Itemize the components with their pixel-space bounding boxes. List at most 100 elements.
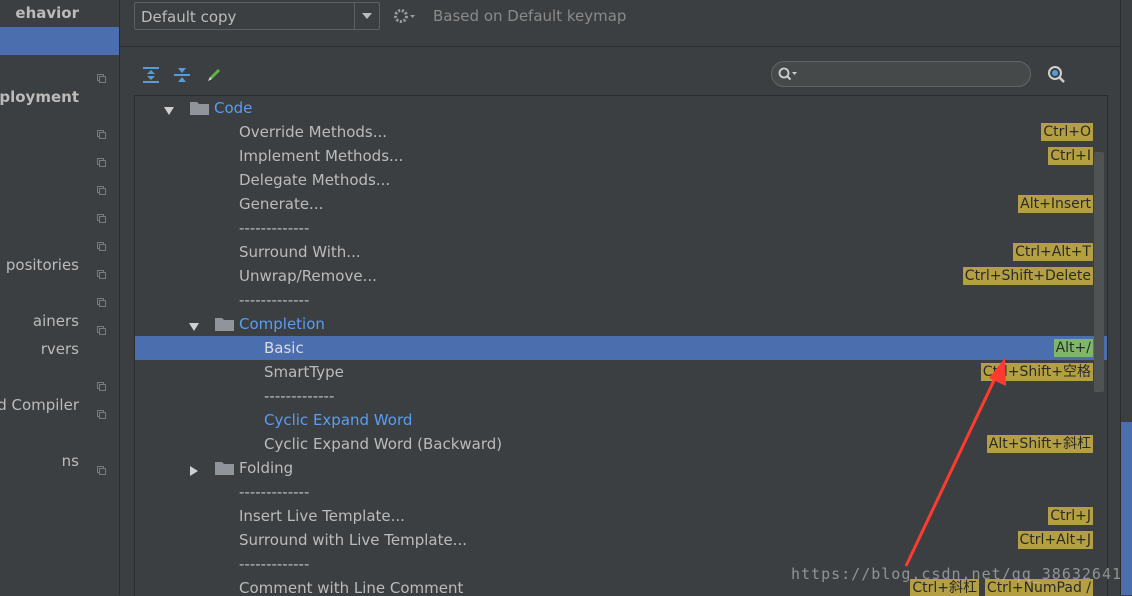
tree-group-row[interactable]: Folding bbox=[135, 456, 1107, 480]
shortcut-badge: Ctrl+Alt+T bbox=[1013, 243, 1093, 261]
sidebar-item[interactable]: ehavior bbox=[0, 0, 119, 27]
search-field[interactable] bbox=[771, 61, 1031, 87]
folder-icon bbox=[215, 317, 234, 331]
tree-row-label: Completion bbox=[239, 315, 325, 333]
gear-icon[interactable] bbox=[393, 6, 417, 26]
shortcut-badge: Alt+Shift+斜杠 bbox=[986, 435, 1093, 453]
divider bbox=[120, 46, 1120, 47]
sidebar-item[interactable] bbox=[0, 167, 119, 195]
keymap-tree[interactable]: Code Override Methods... Ctrl+O Implement M… bbox=[134, 95, 1108, 596]
tree-action-row[interactable]: ------------- bbox=[135, 480, 1107, 504]
sidebar-item[interactable] bbox=[0, 55, 119, 83]
tree-row-label: Cyclic Expand Word bbox=[264, 411, 413, 429]
sidebar-item-label: d Compiler bbox=[0, 396, 79, 414]
sidebar-item-label: ns bbox=[61, 452, 79, 470]
tree-row-label: Implement Methods... bbox=[239, 147, 404, 165]
tree-group-row[interactable]: Completion bbox=[135, 312, 1107, 336]
project-copy-icon bbox=[97, 316, 106, 335]
sidebar-item[interactable] bbox=[0, 139, 119, 167]
sidebar-item[interactable]: ns bbox=[0, 447, 119, 475]
sidebar-item-label: rvers bbox=[40, 340, 79, 358]
tree-action-row[interactable]: Override Methods... Ctrl+O bbox=[135, 120, 1107, 144]
shortcut-badge: Ctrl+J bbox=[1048, 507, 1093, 525]
tree-action-row[interactable]: Generate... Alt+Insert bbox=[135, 192, 1107, 216]
tree-scrollbar-thumb[interactable] bbox=[1094, 152, 1104, 392]
project-copy-icon bbox=[97, 120, 106, 139]
tree-row-label: Unwrap/Remove... bbox=[239, 267, 377, 285]
tree-row-label: ------------- bbox=[239, 555, 310, 573]
sidebar-item[interactable]: Deployment bbox=[0, 83, 119, 111]
tree-action-row[interactable]: Cyclic Expand Word bbox=[135, 408, 1107, 432]
collapse-all-icon[interactable] bbox=[172, 65, 192, 85]
tree-row-label: Cyclic Expand Word (Backward) bbox=[264, 435, 503, 453]
tree-action-row[interactable]: Cyclic Expand Word (Backward) Alt+Shift+斜… bbox=[135, 432, 1107, 456]
tree-expanded-arrow-icon[interactable] bbox=[163, 103, 175, 115]
search-icon[interactable] bbox=[777, 66, 799, 83]
sidebar-item[interactable] bbox=[0, 223, 119, 251]
tree-action-row[interactable]: Implement Methods... Ctrl+I bbox=[135, 144, 1107, 168]
tree-row-label: Basic bbox=[264, 339, 304, 357]
sidebar-item[interactable]: rvers bbox=[0, 335, 119, 363]
sidebar-item[interactable]: ainers bbox=[0, 307, 119, 335]
keymap-dropdown[interactable]: Default copy bbox=[134, 2, 380, 30]
tree-row-label: ------------- bbox=[239, 483, 310, 501]
folder-icon bbox=[215, 461, 234, 475]
search-input[interactable] bbox=[800, 64, 1024, 86]
tree-action-row[interactable]: ------------- bbox=[135, 216, 1107, 240]
tree-collapsed-arrow-icon[interactable] bbox=[188, 463, 200, 476]
shortcut-badge: Ctrl+Shift+空格 bbox=[980, 363, 1093, 381]
tree-row-label: Generate... bbox=[239, 195, 324, 213]
sidebar-item-label: Deployment bbox=[0, 88, 79, 106]
shortcut-badge: Alt+Insert bbox=[1018, 195, 1093, 213]
shortcut-badge: Alt+/ bbox=[1053, 339, 1093, 357]
tree-action-row[interactable]: SmartType Ctrl+Shift+空格 bbox=[135, 360, 1107, 384]
project-copy-icon bbox=[97, 204, 106, 223]
tree-row-label: SmartType bbox=[264, 363, 344, 381]
sidebar-item[interactable] bbox=[0, 279, 119, 307]
project-copy-icon bbox=[97, 232, 106, 251]
expand-all-icon[interactable] bbox=[141, 65, 161, 85]
tree-action-row[interactable]: ------------- bbox=[135, 384, 1107, 408]
project-copy-icon bbox=[97, 372, 106, 391]
tree-action-row[interactable]: Basic Alt+/ bbox=[135, 336, 1107, 360]
sidebar-item[interactable] bbox=[0, 27, 119, 55]
tree-action-row[interactable]: ------------- bbox=[135, 288, 1107, 312]
shortcut-badge: Ctrl+Shift+Delete bbox=[962, 267, 1093, 285]
sidebar-item[interactable] bbox=[0, 363, 119, 391]
tree-row-label: Comment with Line Comment bbox=[239, 579, 464, 596]
shortcut-badge: Ctrl+Alt+J bbox=[1017, 531, 1093, 549]
project-copy-icon bbox=[97, 456, 106, 475]
tree-row-label: Delegate Methods... bbox=[239, 171, 391, 189]
find-actions-by-shortcut-icon[interactable] bbox=[1045, 64, 1069, 86]
folder-icon bbox=[190, 101, 209, 115]
tree-expanded-arrow-icon[interactable] bbox=[188, 319, 200, 331]
sidebar-item[interactable]: positories bbox=[0, 251, 119, 279]
tree-action-row[interactable]: Unwrap/Remove... Ctrl+Shift+Delete bbox=[135, 264, 1107, 288]
tree-row-label: Folding bbox=[239, 459, 294, 477]
keymap-dropdown-value: Default copy bbox=[141, 8, 237, 26]
based-on-label: Based on Default keymap bbox=[433, 7, 627, 25]
chevron-down-icon[interactable] bbox=[354, 3, 379, 29]
tree-action-row[interactable]: Surround with Live Template... Ctrl+Alt+J bbox=[135, 528, 1107, 552]
sidebar-item[interactable] bbox=[0, 195, 119, 223]
tree-row-label: Surround With... bbox=[239, 243, 361, 261]
tree-row-label: Insert Live Template... bbox=[239, 507, 405, 525]
sidebar-item[interactable]: d Compiler bbox=[0, 391, 119, 419]
tree-row-label: Override Methods... bbox=[239, 123, 388, 141]
tree-group-row[interactable]: Code bbox=[135, 96, 1107, 120]
shortcut-badge: Ctrl+O bbox=[1041, 123, 1093, 141]
tree-action-row[interactable]: Insert Live Template... Ctrl+J bbox=[135, 504, 1107, 528]
project-copy-icon bbox=[97, 288, 106, 307]
watermark-text: https://blog.csdn.net/qq_38632641 bbox=[791, 565, 1123, 583]
project-copy-icon bbox=[97, 176, 106, 195]
project-copy-icon bbox=[97, 64, 106, 83]
sidebar-item[interactable] bbox=[0, 419, 119, 447]
project-copy-icon bbox=[97, 260, 106, 279]
tree-action-row[interactable]: Delegate Methods... bbox=[135, 168, 1107, 192]
window-edge bbox=[1120, 0, 1132, 595]
tree-action-row[interactable]: Surround With... Ctrl+Alt+T bbox=[135, 240, 1107, 264]
sidebar-item[interactable] bbox=[0, 111, 119, 139]
edit-pencil-icon[interactable] bbox=[204, 65, 224, 85]
tree-row-label: Surround with Live Template... bbox=[239, 531, 467, 549]
tree-row-label: ------------- bbox=[264, 387, 335, 405]
